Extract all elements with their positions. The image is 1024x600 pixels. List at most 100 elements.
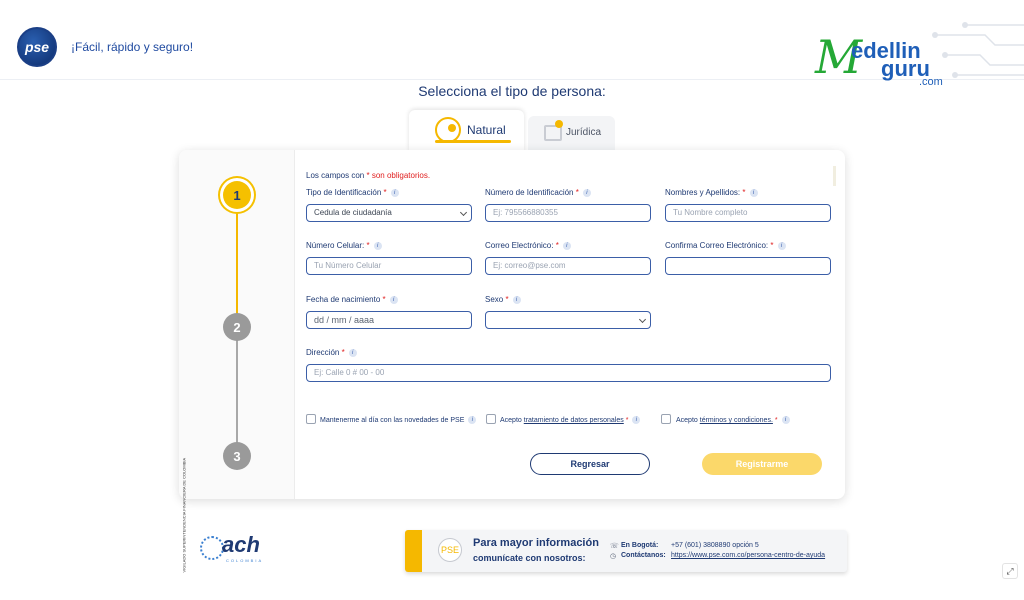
circuit-decoration-icon — [932, 22, 1024, 78]
info-icon[interactable]: i — [348, 348, 357, 357]
label-numero-identificacion: Número de Identificación * i — [485, 188, 591, 197]
label-direccion: Dirección * i — [306, 348, 357, 357]
registrarme-button[interactable]: Registrarme — [702, 453, 822, 475]
confirma-correo-input[interactable] — [665, 257, 831, 275]
required-mark: * — [383, 188, 387, 197]
direccion-input[interactable]: Ej: Calle 0 # 00 - 00 — [306, 364, 831, 382]
help-subtitle: comunícate con nosotros: — [473, 553, 586, 563]
label-nombres-apellidos: Nombres y Apellidos: * i — [665, 188, 758, 197]
terminos-link[interactable]: términos y condiciones. — [700, 417, 773, 424]
ach-word: ach — [222, 532, 260, 557]
info-icon[interactable]: i — [582, 188, 591, 197]
label-text: Número de Identificación — [485, 188, 574, 197]
regresar-button[interactable]: Regresar — [530, 453, 650, 475]
help-accent-bar — [405, 530, 422, 572]
info-icon[interactable]: i — [390, 188, 399, 197]
check-text: Acepto — [676, 416, 700, 424]
step-2: 2 — [223, 313, 251, 341]
header: pse ¡Fácil, rápido y seguro! M edellin g… — [0, 0, 1024, 88]
section-title: Selecciona el tipo de persona: — [418, 83, 606, 99]
novedades-checkbox[interactable] — [306, 414, 316, 424]
info-icon[interactable]: i — [468, 416, 477, 424]
building-icon — [544, 120, 563, 141]
phone-label: En Bogotá: — [621, 542, 659, 549]
label-confirma-correo: Confirma Correo Electrónico: * i — [665, 241, 786, 250]
tratamiento-datos-checkbox[interactable] — [486, 414, 496, 424]
correo-input[interactable]: Ej: correo@pse.com — [485, 257, 651, 275]
contact-link[interactable]: https://www.pse.com.co/persona-centro-de… — [671, 552, 825, 559]
info-icon[interactable]: i — [749, 188, 758, 197]
step-line-progress — [236, 210, 238, 328]
sexo-select[interactable] — [485, 311, 651, 329]
note-required: * son obligatorios. — [366, 171, 431, 180]
help-panel: PSE Para mayor información comunícate co… — [405, 530, 847, 572]
tratamiento-datos-label: Acepto tratamiento de datos personales *… — [500, 416, 641, 424]
required-mark: * — [770, 241, 774, 250]
label-text: Fecha de nacimiento — [306, 295, 381, 304]
select-value: Cedula de ciudadanía — [314, 208, 392, 217]
required-mark: * — [774, 416, 778, 424]
novedades-label: Mantenerme al día con las novedades de P… — [320, 416, 477, 424]
required-mark: * — [555, 241, 559, 250]
phone-icon: ☏ — [610, 543, 619, 550]
label-fecha-nacimiento: Fecha de nacimiento * i — [306, 295, 398, 304]
tratamiento-datos-link[interactable]: tratamiento de datos personales — [524, 417, 624, 424]
info-icon[interactable]: i — [777, 241, 786, 250]
ach-sub: COLOMBIA — [226, 558, 264, 563]
pse-logo[interactable]: pse — [17, 27, 57, 67]
label-text: Dirección — [306, 348, 340, 357]
chevron-down-icon — [459, 208, 468, 217]
tab-juridica[interactable]: Jurídica — [528, 116, 615, 150]
terminos-label: Acepto términos y condiciones. * i — [676, 416, 790, 424]
info-icon[interactable]: i — [632, 416, 641, 424]
clock-icon: ◷ — [610, 553, 617, 560]
contact-label: Contáctanos: — [621, 552, 666, 559]
info-icon[interactable]: i — [373, 241, 382, 250]
info-icon[interactable]: i — [389, 295, 398, 304]
required-note: Los campos con * son obligatorios. — [306, 171, 430, 180]
help-chat-icon: PSE — [438, 538, 462, 562]
tipo-identificacion-select[interactable]: Cedula de ciudadanía — [306, 204, 472, 222]
step-line-remaining — [236, 328, 238, 456]
label-text: Nombres y Apellidos: — [665, 188, 741, 197]
nombres-apellidos-input[interactable]: Tu Nombre completo — [665, 204, 831, 222]
info-icon[interactable]: i — [512, 295, 521, 304]
numero-identificacion-input[interactable]: Ej: 795566880355 — [485, 204, 651, 222]
chevron-down-icon — [638, 315, 647, 324]
tab-natural[interactable]: Natural — [409, 110, 524, 152]
label-tipo-identificacion: Tipo de Identificación * i — [306, 188, 399, 197]
label-text: Sexo — [485, 295, 504, 304]
fecha-nacimiento-input[interactable]: dd / mm / aaaa — [306, 311, 472, 329]
tab-juridica-label: Jurídica — [566, 127, 602, 138]
stepper: 1 2 3 — [179, 150, 295, 499]
ach-dots-icon — [200, 536, 224, 560]
info-icon[interactable]: i — [562, 241, 571, 250]
label-text: Confirma Correo Electrónico: — [665, 241, 769, 250]
step-3: 3 — [223, 442, 251, 470]
label-text: Número Celular: — [306, 241, 365, 250]
label-numero-celular: Número Celular: * i — [306, 241, 382, 250]
required-mark: * — [366, 241, 370, 250]
vigilado-badge: VIGILADO SUPERINTENDENCIA FINANCIERA DE … — [177, 458, 189, 577]
required-mark: * — [382, 295, 386, 304]
info-icon[interactable]: i — [781, 416, 790, 424]
phone-value: +57 (601) 3808890 opción 5 — [671, 542, 759, 549]
required-mark: * — [575, 188, 579, 197]
numero-celular-input[interactable]: Tu Número Celular — [306, 257, 472, 275]
registration-card: 1 2 3 Los campos con * son obligatorios.… — [179, 150, 845, 499]
note-prefix: Los campos con — [306, 171, 367, 180]
pse-logo-text: pse — [24, 39, 50, 55]
tagline: ¡Fácil, rápido y seguro! — [71, 40, 194, 54]
label-sexo: Sexo * i — [485, 295, 521, 304]
step-1: 1 — [223, 181, 251, 209]
terminos-checkbox[interactable] — [661, 414, 671, 424]
required-mark: * — [625, 416, 629, 424]
expand-icon[interactable]: ⤢ — [1002, 563, 1018, 579]
required-mark: * — [505, 295, 509, 304]
scrollbar[interactable] — [833, 166, 836, 186]
tab-active-underline — [435, 140, 511, 143]
required-mark: * — [742, 188, 746, 197]
label-text: Correo Electrónico: — [485, 241, 554, 250]
vigilado-text: VIGILADO SUPERINTENDENCIA FINANCIERA DE … — [181, 457, 187, 573]
check-text: Acepto — [500, 416, 524, 424]
